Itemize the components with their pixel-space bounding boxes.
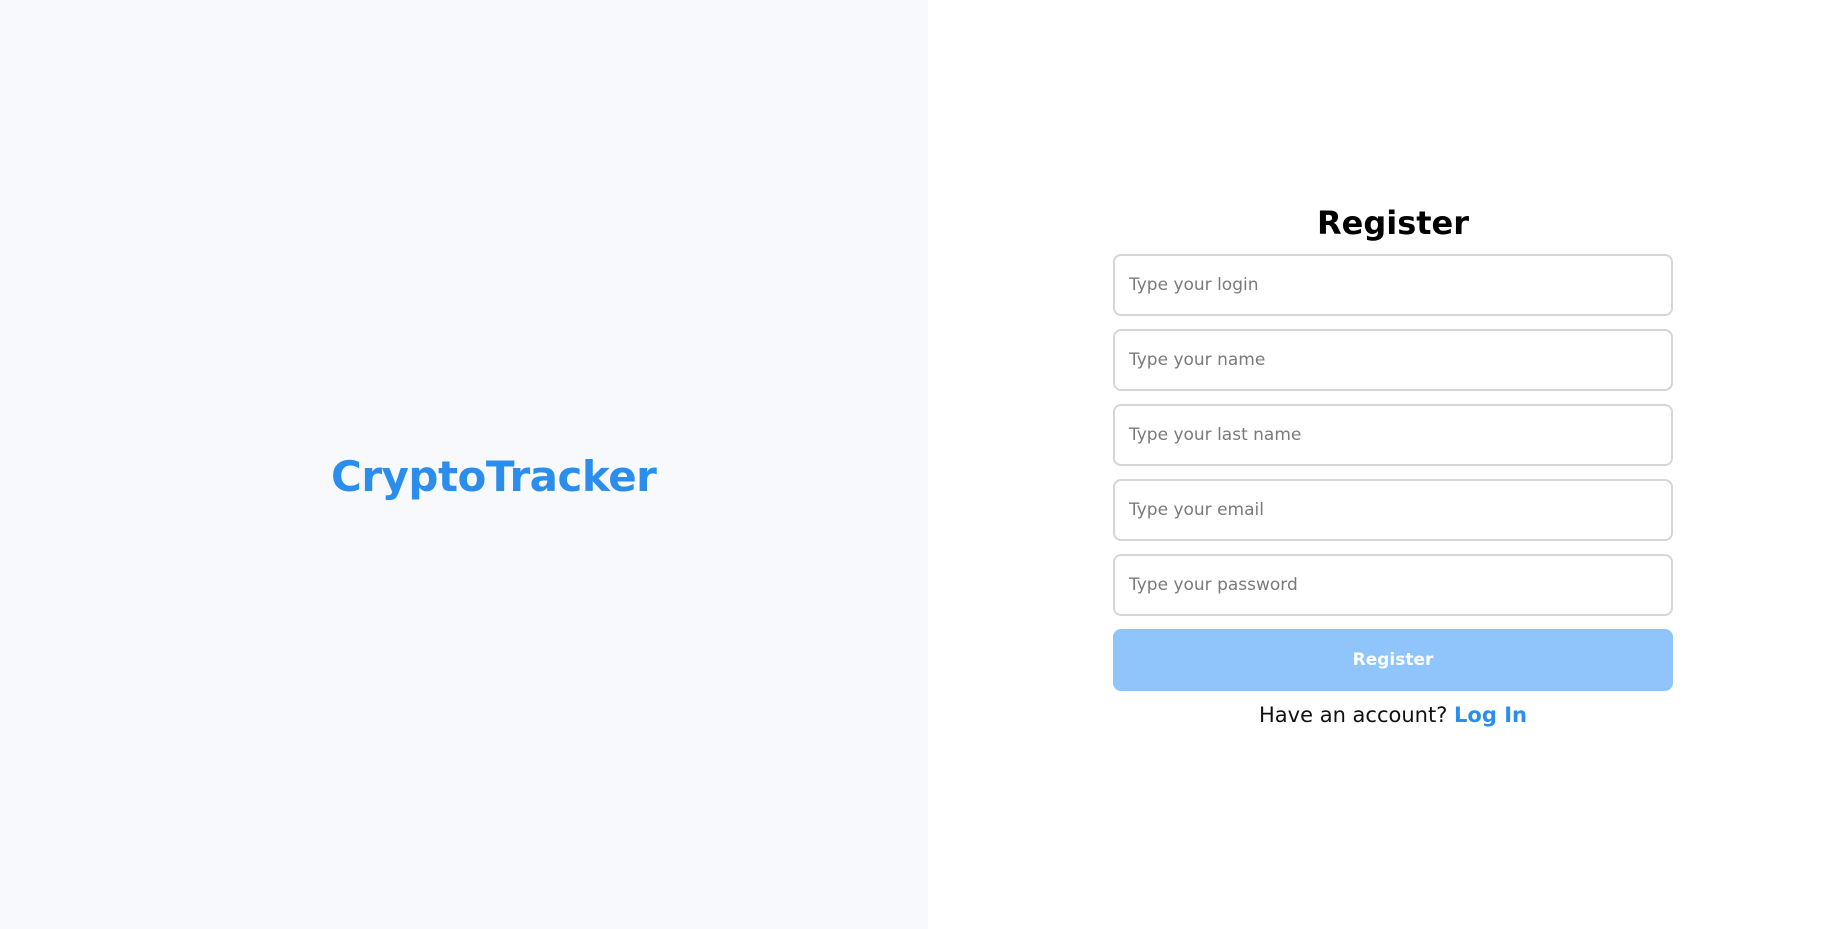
login-prompt: Have an account? Log In	[1113, 703, 1673, 727]
form-title: Register	[1316, 204, 1470, 242]
login-link[interactable]: Log In	[1454, 703, 1527, 727]
account-prompt-text: Have an account?	[1259, 703, 1448, 727]
login-input[interactable]	[1113, 254, 1673, 316]
form-panel: Register Register Have an account? Log I…	[928, 0, 1848, 929]
app-logo: CryptoTracker	[331, 452, 657, 501]
register-button[interactable]: Register	[1113, 629, 1673, 691]
brand-panel: CryptoTracker	[0, 0, 928, 929]
password-input[interactable]	[1113, 554, 1673, 616]
email-input[interactable]	[1113, 479, 1673, 541]
last-name-input[interactable]	[1113, 404, 1673, 466]
name-input[interactable]	[1113, 329, 1673, 391]
register-page: CryptoTracker Register Register Have an …	[0, 0, 1848, 929]
register-form: Register Register Have an account? Log I…	[1113, 200, 1673, 727]
